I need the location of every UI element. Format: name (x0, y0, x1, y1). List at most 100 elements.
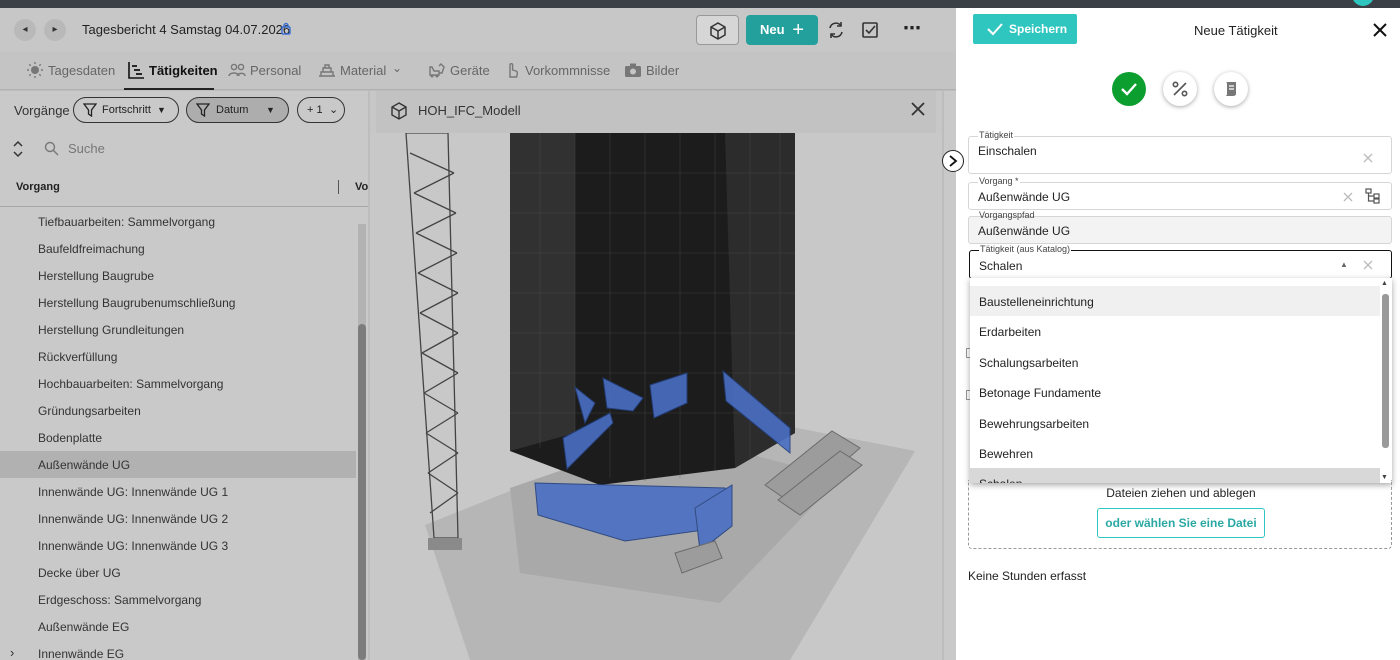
clear-icon[interactable] (1343, 192, 1353, 202)
chevron-right-icon: ▸ (52, 24, 58, 35)
list-item[interactable]: Herstellung Baugrubenumschließung (0, 289, 356, 316)
list-item[interactable]: Herstellung Grundleitungen (0, 316, 356, 343)
plus-icon: + (792, 19, 804, 41)
scroll-up-icon[interactable]: ▲ (1381, 280, 1388, 287)
clear-icon[interactable] (1363, 260, 1373, 270)
clear-icon[interactable] (1363, 153, 1373, 163)
check-icon (1121, 83, 1137, 96)
ifc-model-button[interactable] (696, 15, 739, 45)
list-item[interactable]: Herstellung Baugrube (0, 262, 356, 289)
list-item[interactable]: Rückverfüllung (0, 343, 356, 370)
splitter[interactable] (944, 91, 956, 660)
save-button[interactable]: Speichern (973, 14, 1077, 44)
filter-icon (83, 103, 97, 117)
hand-icon (509, 63, 519, 78)
filter-chip-more[interactable]: + 1 ⌄ (297, 97, 345, 123)
list-item[interactable]: Hochbauarbeiten: Sammelvorgang (0, 370, 356, 397)
viewer-title: HOH_IFC_Modell (418, 103, 521, 118)
checklist-icon[interactable] (860, 20, 880, 40)
file-dropzone[interactable]: Dateien ziehen und ablegen oder wählen S… (968, 480, 1392, 549)
list-item[interactable]: Innenwände UG: Innenwände UG 3 (0, 532, 356, 559)
sun-icon (27, 62, 43, 78)
list-item[interactable]: Baufeldfreimachung (0, 235, 356, 262)
back-button[interactable]: ◂ (14, 19, 36, 41)
tree-icon[interactable] (1365, 188, 1381, 204)
filter-chip-fortschritt[interactable]: Fortschritt ▼ (73, 97, 179, 123)
expand-collapse-icon[interactable] (12, 140, 24, 158)
katalog-select[interactable]: Tätigkeit (aus Katalog) Schalen ▲ (969, 244, 1392, 279)
tab-bar: Tagesdaten Tätigkeiten Personal Material… (0, 52, 956, 90)
top-bar (0, 0, 1400, 8)
list-item[interactable]: Decke über UG (0, 559, 356, 586)
main-area: ◂ ▸ Tagesbericht 4 Samstag 04.07.2026 Ne… (0, 8, 956, 660)
ifc-cube-icon (710, 22, 726, 40)
dropdown-option[interactable]: Bewehrungsarbeiten (970, 408, 1380, 438)
list-item[interactable]: Außenwände UG (0, 451, 356, 478)
filter-icon (196, 103, 210, 117)
people-icon (228, 63, 246, 77)
list-scrollbar-thumb[interactable] (358, 324, 366, 660)
chevron-left-icon: ◂ (22, 24, 28, 35)
list-item[interactable]: Bodenplatte (0, 424, 356, 451)
panel-title: Neue Tätigkeit (1194, 23, 1278, 38)
list-item[interactable]: Innenwände UG: Innenwände UG 1 (0, 478, 356, 505)
collapse-panel-button[interactable] (942, 150, 964, 172)
check-icon (987, 23, 1003, 36)
search-icon (44, 141, 59, 156)
dropdown-option[interactable]: Baustelleneinrichtung (970, 286, 1380, 316)
list-item[interactable]: › Innenwände EG (0, 640, 356, 660)
new-button[interactable]: Neu + (746, 15, 818, 45)
report-header: ◂ ▸ Tagesbericht 4 Samstag 04.07.2026 Ne… (0, 8, 956, 52)
katalog-value: Schalen (979, 259, 1023, 273)
chevron-right-icon[interactable]: › (10, 645, 14, 660)
chevron-down-icon: ⌄ (329, 104, 339, 116)
dropdown-option[interactable]: Betonage Fundamente (970, 377, 1380, 407)
forward-button[interactable]: ▸ (44, 19, 66, 41)
taetigkeit-field[interactable]: Tätigkeit Einschalen (968, 130, 1392, 174)
user-avatar[interactable] (1352, 0, 1374, 6)
vorgangspfad-field: Vorgangspfad Außenwände UG (968, 210, 1392, 244)
search-input[interactable]: Suche (68, 141, 105, 156)
list-item[interactable]: Innenwände UG: Innenwände UG 2 (0, 505, 356, 532)
scroll-icon (1225, 82, 1236, 96)
column-second[interactable]: Vo (355, 181, 368, 193)
ifc-viewer: HOH_IFC_Modell (370, 91, 942, 660)
percent-icon (1172, 81, 1188, 97)
vorgang-field[interactable]: Vorgang * Außenwände UG (968, 176, 1392, 210)
status-catalog-button[interactable] (1214, 72, 1248, 106)
status-percent-button[interactable] (1163, 72, 1197, 106)
more-icon[interactable]: ⋯ (903, 18, 921, 39)
viewer-header: HOH_IFC_Modell (376, 91, 936, 133)
filter-chip-datum[interactable]: Datum ▼ (186, 97, 289, 123)
material-icon (319, 64, 335, 77)
excavator-icon (429, 63, 445, 78)
dropdown-option[interactable]: Bewehren (970, 438, 1380, 468)
dropdown-scrollbar-thumb[interactable] (1382, 294, 1389, 448)
status-done-button[interactable] (1112, 72, 1146, 106)
column-vorgang[interactable]: Vorgang (16, 181, 60, 193)
dropdown-scrollbar[interactable]: ▲ ▼ (1381, 278, 1390, 483)
new-activity-panel: Speichern Neue Tätigkeit Tätigkeit Einsc… (956, 8, 1400, 660)
caret-up-icon[interactable]: ▲ (1340, 260, 1348, 269)
caret-down-icon: ▼ (266, 105, 275, 115)
list-item[interactable]: Tiefbauarbeiten: Sammelvorgang (0, 208, 356, 235)
dropdown-option[interactable]: Schalungsarbeiten (970, 347, 1380, 377)
active-tab-indicator (124, 88, 214, 90)
sync-icon[interactable] (826, 20, 846, 40)
katalog-dropdown: Baustelleneinrichtung Erdarbeiten Schalung… (970, 278, 1392, 483)
list-column-header: Vorgang Vo (0, 167, 368, 207)
close-icon[interactable] (1373, 23, 1387, 37)
ifc-3d-model[interactable] (370, 133, 942, 660)
lock-icon (281, 22, 291, 35)
column-divider[interactable] (338, 180, 339, 194)
close-icon[interactable] (910, 101, 926, 117)
dropdown-option[interactable]: Erdarbeiten (970, 316, 1380, 346)
list-item[interactable]: Außenwände EG (0, 613, 356, 640)
list-item[interactable]: Gründungsarbeiten (0, 397, 356, 424)
choose-file-button[interactable]: oder wählen Sie eine Datei (1097, 508, 1265, 538)
list-scrollbar[interactable] (358, 224, 366, 660)
vorgang-value: Außenwände UG (978, 190, 1071, 204)
list-item[interactable]: Erdgeschoss: Sammelvorgang (0, 586, 356, 613)
report-title: Tagesbericht 4 Samstag 04.07.2026 (82, 22, 291, 37)
ifc-cube-icon (391, 102, 407, 120)
